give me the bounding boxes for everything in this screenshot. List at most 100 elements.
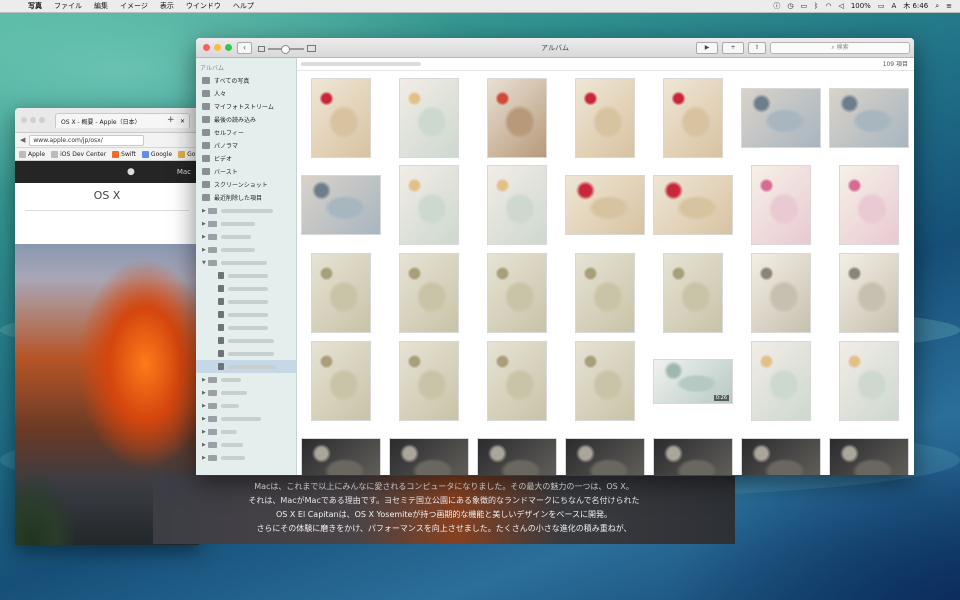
sidebar-album[interactable] bbox=[196, 321, 296, 334]
menu-help[interactable]: ヘルプ bbox=[227, 1, 260, 11]
menu-view[interactable]: 表示 bbox=[154, 1, 180, 11]
sidebar-folder[interactable]: ▼ bbox=[196, 256, 296, 269]
bookmark-apple[interactable]: Apple bbox=[19, 150, 45, 158]
volume-icon[interactable]: ◁ bbox=[838, 2, 843, 10]
menu-image[interactable]: イメージ bbox=[114, 1, 154, 11]
photo-thumbnail[interactable] bbox=[839, 253, 899, 333]
photo-thumbnail[interactable] bbox=[741, 438, 821, 475]
bluetooth-icon[interactable]: ᛒ bbox=[814, 2, 818, 10]
photo-thumbnail[interactable] bbox=[399, 165, 459, 245]
sidebar-item-bursts[interactable]: バースト bbox=[196, 165, 296, 178]
photo-thumbnail[interactable] bbox=[829, 88, 909, 148]
back-icon[interactable]: ◀ bbox=[20, 136, 25, 144]
sidebar-item-all-photos[interactable]: すべての写真 bbox=[196, 74, 296, 87]
battery-percent[interactable]: 100% bbox=[851, 2, 871, 10]
photo-thumbnail[interactable] bbox=[839, 165, 899, 245]
sidebar-item-selfies[interactable]: セルフィー bbox=[196, 126, 296, 139]
sidebar-folder[interactable]: ▶ bbox=[196, 230, 296, 243]
photo-thumbnail[interactable] bbox=[653, 438, 733, 475]
address-field[interactable]: www.apple.com/jp/osx/ bbox=[29, 134, 145, 146]
info-icon[interactable]: ⓘ bbox=[773, 1, 780, 11]
slideshow-button[interactable]: ▶ bbox=[696, 42, 718, 54]
album-subheader: 109 項目 bbox=[297, 58, 914, 71]
photo-thumbnail[interactable] bbox=[389, 438, 469, 475]
photo-thumbnail[interactable] bbox=[751, 253, 811, 333]
sidebar-item-videos[interactable]: ビデオ bbox=[196, 152, 296, 165]
photo-thumbnail[interactable] bbox=[751, 165, 811, 245]
photo-thumbnail[interactable] bbox=[565, 438, 645, 475]
menu-file[interactable]: ファイル bbox=[48, 1, 88, 11]
menu-clock[interactable]: 木 6:46 bbox=[903, 1, 928, 11]
sidebar-folder[interactable]: ▶ bbox=[196, 399, 296, 412]
sidebar-folder[interactable]: ▶ bbox=[196, 243, 296, 256]
photo-thumbnail[interactable]: 0:26 bbox=[653, 358, 733, 404]
apple-logo-icon[interactable]: ● bbox=[127, 167, 135, 177]
sidebar-item-recently-deleted[interactable]: 最近削除した項目 bbox=[196, 191, 296, 204]
sidebar-album[interactable] bbox=[196, 347, 296, 360]
photo-thumbnail[interactable] bbox=[399, 341, 459, 421]
sidebar-folder[interactable]: ▶ bbox=[196, 373, 296, 386]
sidebar-item-people[interactable]: 人々 bbox=[196, 87, 296, 100]
sidebar-folder[interactable]: ▶ bbox=[196, 412, 296, 425]
photo-thumbnail[interactable] bbox=[311, 341, 371, 421]
sidebar-album[interactable] bbox=[196, 360, 296, 373]
menu-edit[interactable]: 編集 bbox=[88, 1, 114, 11]
photo-thumbnail[interactable] bbox=[663, 253, 723, 333]
photo-thumbnail[interactable] bbox=[839, 341, 899, 421]
airplay-icon[interactable]: ▭ bbox=[800, 2, 807, 10]
photo-thumbnail[interactable] bbox=[311, 78, 371, 158]
menu-app-name[interactable]: 写真 bbox=[22, 1, 48, 11]
photo-thumbnail[interactable] bbox=[575, 341, 635, 421]
battery-icon[interactable]: ▭ bbox=[878, 2, 885, 10]
photo-thumbnail[interactable] bbox=[301, 175, 381, 235]
sidebar-item-last-import[interactable]: 最後の読み込み bbox=[196, 113, 296, 126]
photo-thumbnail[interactable] bbox=[653, 175, 733, 235]
photo-thumbnail[interactable] bbox=[565, 175, 645, 235]
sidebar-folder[interactable]: ▶ bbox=[196, 438, 296, 451]
bookmark-go[interactable]: Go bbox=[178, 150, 195, 158]
photo-thumbnail[interactable] bbox=[399, 78, 459, 158]
sidebar-folder[interactable]: ▶ bbox=[196, 204, 296, 217]
sidebar-album[interactable] bbox=[196, 334, 296, 347]
photo-thumbnail[interactable] bbox=[487, 78, 547, 158]
sidebar-album[interactable] bbox=[196, 269, 296, 282]
photo-thumbnail[interactable] bbox=[487, 341, 547, 421]
sidebar-folder[interactable]: ▶ bbox=[196, 386, 296, 399]
photo-thumbnail[interactable] bbox=[663, 78, 723, 158]
photo-thumbnail[interactable] bbox=[301, 438, 381, 475]
input-source-icon[interactable]: A bbox=[891, 2, 896, 10]
search-field[interactable]: ⌕ 検索 bbox=[770, 42, 910, 54]
add-button[interactable]: + bbox=[722, 42, 744, 54]
timemachine-icon[interactable]: ◷ bbox=[787, 2, 793, 10]
nav-mac[interactable]: Mac bbox=[177, 168, 191, 176]
photo-thumbnail[interactable] bbox=[829, 438, 909, 475]
spotlight-icon[interactable]: ⌕ bbox=[935, 2, 939, 11]
photo-thumbnail[interactable] bbox=[311, 253, 371, 333]
tab-close-icon[interactable]: ✕ bbox=[180, 118, 189, 125]
wifi-icon[interactable]: ◠ bbox=[825, 2, 831, 10]
new-tab-icon[interactable]: + bbox=[167, 115, 175, 125]
photo-thumbnail[interactable] bbox=[575, 78, 635, 158]
menu-window[interactable]: ウインドウ bbox=[180, 1, 227, 11]
sidebar-album[interactable] bbox=[196, 295, 296, 308]
bookmark-swift[interactable]: Swift bbox=[112, 150, 136, 158]
bookmark-google[interactable]: Google bbox=[141, 150, 172, 158]
share-button[interactable]: ⇧ bbox=[748, 42, 766, 54]
sidebar-folder[interactable]: ▶ bbox=[196, 425, 296, 438]
photo-thumbnail[interactable] bbox=[741, 88, 821, 148]
sidebar-folder[interactable]: ▶ bbox=[196, 451, 296, 464]
photo-thumbnail[interactable] bbox=[751, 341, 811, 421]
photo-thumbnail[interactable] bbox=[575, 253, 635, 333]
photo-thumbnail[interactable] bbox=[477, 438, 557, 475]
sidebar-item-screenshots[interactable]: スクリーンショット bbox=[196, 178, 296, 191]
sidebar-item-panoramas[interactable]: パノラマ bbox=[196, 139, 296, 152]
notification-center-icon[interactable]: ≡ bbox=[946, 2, 952, 10]
sidebar-album[interactable] bbox=[196, 282, 296, 295]
sidebar-album[interactable] bbox=[196, 308, 296, 321]
photo-thumbnail[interactable] bbox=[487, 165, 547, 245]
photo-thumbnail[interactable] bbox=[487, 253, 547, 333]
sidebar-folder[interactable]: ▶ bbox=[196, 217, 296, 230]
photo-thumbnail[interactable] bbox=[399, 253, 459, 333]
sidebar-item-photo-stream[interactable]: マイフォトストリーム bbox=[196, 100, 296, 113]
bookmark-ios-dev-center[interactable]: iOS Dev Center bbox=[51, 150, 106, 158]
